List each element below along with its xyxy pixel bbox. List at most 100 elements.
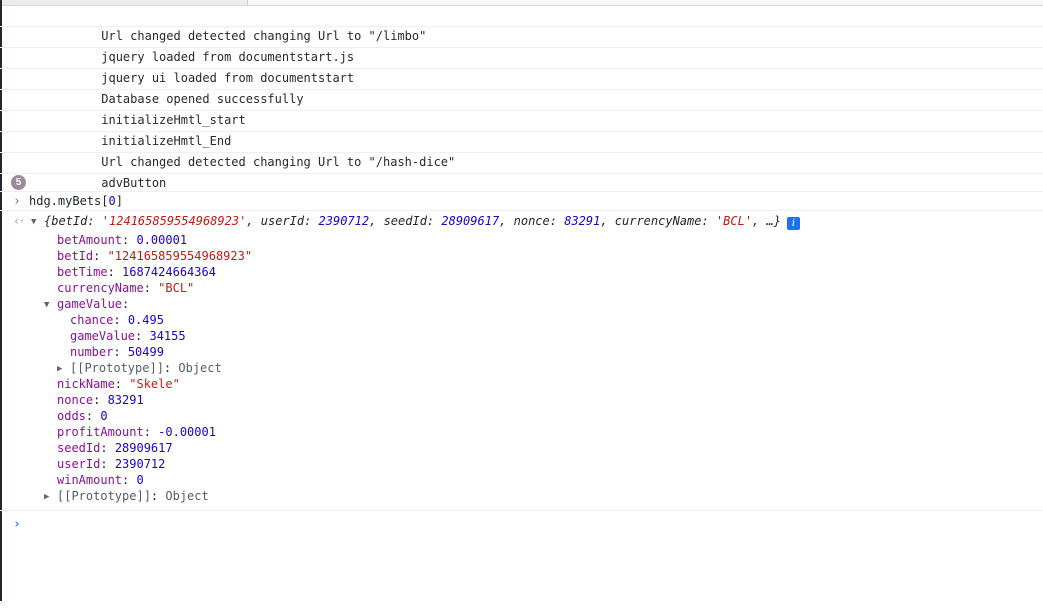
object-property-row: ▶[[Prototype]]: Object xyxy=(0,360,1043,376)
command-index: 0 xyxy=(108,194,115,208)
property-name: nonce xyxy=(57,393,93,407)
property-colon: : xyxy=(122,473,136,487)
object-property-row: userId: 2390712 xyxy=(0,456,1043,472)
console-input-chevron-icon: › xyxy=(13,193,29,211)
expand-toggle-icon[interactable]: ▶ xyxy=(57,361,70,377)
preview-segment: 'BCL' xyxy=(716,214,752,228)
property-value: -0.00001 xyxy=(158,425,216,439)
object-property-row: odds: 0 xyxy=(0,408,1043,424)
return-value-icon: ‹· xyxy=(13,211,31,232)
property-colon: : xyxy=(86,409,100,423)
preview-segment: , currencyName: xyxy=(600,214,716,228)
console-message-text: initializeHmtl_start xyxy=(101,113,246,127)
object-property-row: gameValue: 34155 xyxy=(0,328,1043,344)
console-message-row: Url changed detected changing Url to "/l… xyxy=(0,6,1043,27)
object-preview[interactable]: {betId: '124165859554968923', userId: 23… xyxy=(44,214,781,228)
property-value: 83291 xyxy=(108,393,144,407)
preview-segment: , nonce: xyxy=(499,214,564,228)
preview-segment: , …} xyxy=(752,214,781,228)
property-colon: : xyxy=(144,281,158,295)
property-value: Object xyxy=(178,361,221,375)
property-value: Object xyxy=(165,489,208,503)
info-icon[interactable]: i xyxy=(787,217,800,230)
object-property-row: nickName: "Skele" xyxy=(0,376,1043,392)
object-property-row: ▼gameValue: xyxy=(0,296,1043,312)
property-value: 34155 xyxy=(149,329,185,343)
property-value: 0 xyxy=(136,473,143,487)
property-colon: : xyxy=(93,249,107,263)
console-prompt[interactable]: › xyxy=(0,511,1043,534)
object-property-row: betAmount: 0.00001 xyxy=(0,232,1043,248)
object-preview-row: ‹·▼{betId: '124165859554968923', userId:… xyxy=(0,211,1043,232)
property-name: winAmount xyxy=(57,473,122,487)
property-name: [[Prototype]] xyxy=(57,489,151,503)
property-name: currencyName xyxy=(57,281,144,295)
console-message-text: jquery loaded from documentstart.js xyxy=(101,50,354,64)
console-message-text: Database opened successfully xyxy=(101,92,303,106)
property-colon: : xyxy=(100,441,114,455)
property-value: 1687424664364 xyxy=(122,265,216,279)
expand-toggle-icon[interactable]: ▼ xyxy=(44,297,57,313)
console-messages: Url changed detected changing Url to "/l… xyxy=(0,6,1043,174)
expand-toggle-icon[interactable]: ▼ xyxy=(31,212,44,233)
preview-segment: {betId: xyxy=(44,214,102,228)
console-message-text: initializeHmtl_End xyxy=(101,134,231,148)
preview-segment: '124165859554968923' xyxy=(102,214,247,228)
property-name: betId xyxy=(57,249,93,263)
preview-segment: 2390712 xyxy=(319,214,370,228)
property-name: profitAmount xyxy=(57,425,144,439)
expand-toggle-icon[interactable]: ▶ xyxy=(44,489,57,505)
object-property-row: winAmount: 0 xyxy=(0,472,1043,488)
property-colon: : xyxy=(135,329,149,343)
property-colon: : xyxy=(108,265,122,279)
console-result: ‹·▼{betId: '124165859554968923', userId:… xyxy=(0,211,1043,511)
property-colon: : xyxy=(122,233,136,247)
property-colon: : xyxy=(151,489,165,503)
property-value: 50499 xyxy=(128,345,164,359)
property-value: 2390712 xyxy=(115,457,166,471)
object-property-row: chance: 0.495 xyxy=(0,312,1043,328)
object-property-row: seedId: 28909617 xyxy=(0,440,1043,456)
object-property-row: betTime: 1687424664364 xyxy=(0,264,1043,280)
property-name: gameValue xyxy=(70,329,135,343)
property-colon: : xyxy=(113,313,127,327)
object-property-tree: betAmount: 0.00001 betId: "1241658595549… xyxy=(0,232,1043,504)
preview-segment: , userId: xyxy=(246,214,318,228)
console-message-text: advButton xyxy=(101,176,166,190)
console-message-text: Url changed detected changing Url to "/l… xyxy=(101,29,426,43)
property-value: 0.00001 xyxy=(136,233,187,247)
property-colon: : xyxy=(144,425,158,439)
property-value: 28909617 xyxy=(115,441,173,455)
property-colon: : xyxy=(113,345,127,359)
object-property-row: nonce: 83291 xyxy=(0,392,1043,408)
property-value: "Skele" xyxy=(129,377,180,391)
object-property-row: ▶[[Prototype]]: Object xyxy=(0,488,1043,504)
console-prompt-chevron-icon: › xyxy=(13,517,21,532)
property-name: seedId xyxy=(57,441,100,455)
property-colon: : xyxy=(100,457,114,471)
property-name: [[Prototype]] xyxy=(70,361,164,375)
preview-segment: , seedId: xyxy=(369,214,441,228)
group-count-badge[interactable]: 5 xyxy=(11,175,26,190)
property-value: "124165859554968923" xyxy=(108,249,253,263)
console-input-echo-row: ›hdg.myBets[0] xyxy=(0,192,1043,211)
property-colon: : xyxy=(122,297,136,311)
object-property-row: betId: "124165859554968923" xyxy=(0,248,1043,264)
object-property-row: currencyName: "BCL" xyxy=(0,280,1043,296)
property-name: odds xyxy=(57,409,86,423)
property-colon: : xyxy=(93,393,107,407)
property-value: "BCL" xyxy=(158,281,194,295)
property-name: userId xyxy=(57,457,100,471)
console-command-text[interactable]: hdg.myBets[0] xyxy=(29,194,123,208)
property-name: betTime xyxy=(57,265,108,279)
devtools-console-panel: Url changed detected changing Url to "/l… xyxy=(0,0,1043,611)
console-message-text: Url changed detected changing Url to "/h… xyxy=(101,155,455,169)
object-property-row: profitAmount: -0.00001 xyxy=(0,424,1043,440)
property-name: chance xyxy=(70,313,113,327)
toolbar-left-pane-remnant xyxy=(0,0,248,5)
property-name: nickName xyxy=(57,377,115,391)
property-name: betAmount xyxy=(57,233,122,247)
property-value: 0.495 xyxy=(128,313,164,327)
console-log: Url changed detected changing Url to "/l… xyxy=(0,6,1043,534)
object-property-row: number: 50499 xyxy=(0,344,1043,360)
